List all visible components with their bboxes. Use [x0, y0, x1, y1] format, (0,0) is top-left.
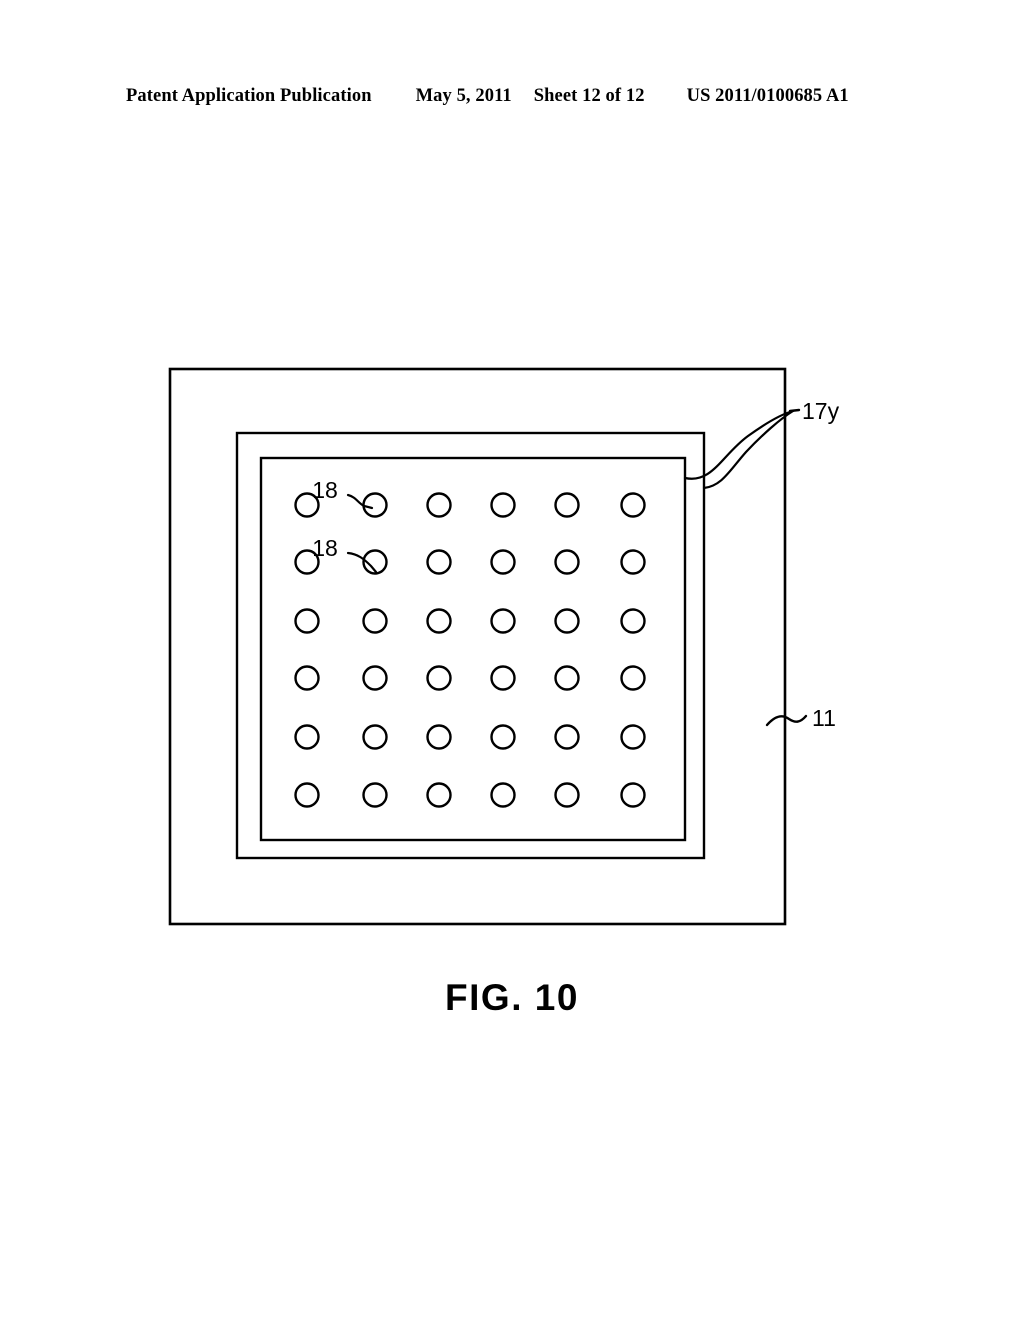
bump-circle	[294, 608, 320, 634]
ref-label-18-row2: 18	[312, 535, 338, 561]
bump-circle	[620, 782, 646, 808]
bump-circle	[620, 549, 646, 575]
bump-circle	[554, 492, 580, 518]
bump-array-group	[294, 492, 646, 808]
bump-circle	[426, 608, 452, 634]
bump-circle	[620, 724, 646, 750]
ref-label-11: 11	[812, 705, 836, 731]
bump-circle	[426, 492, 452, 518]
bump-circle	[426, 549, 452, 575]
bump-circle	[490, 549, 516, 575]
bump-circle	[554, 782, 580, 808]
bump-circle	[490, 665, 516, 691]
bump-circle	[362, 608, 388, 634]
bump-circle	[426, 665, 452, 691]
leader-line-17y-middle	[702, 409, 795, 490]
bump-circle	[294, 782, 320, 808]
bump-circle	[490, 492, 516, 518]
figure-caption: FIG. 10	[445, 977, 579, 1018]
bump-circle	[554, 549, 580, 575]
figure-vector-canvas: 17y 11 18 18	[168, 367, 840, 926]
bump-circle	[554, 665, 580, 691]
leader-dash-17y	[788, 408, 801, 413]
bump-circle	[426, 724, 452, 750]
middle-frame-rect	[235, 431, 706, 860]
bump-circle	[294, 724, 320, 750]
leader-line-11	[765, 714, 808, 727]
bump-circle	[362, 492, 388, 518]
bump-circle	[426, 782, 452, 808]
inner-frame-rect	[259, 456, 687, 842]
ref-label-18-row1: 18	[312, 477, 338, 503]
bump-circle	[362, 665, 388, 691]
bump-circle	[362, 724, 388, 750]
bump-circle	[554, 608, 580, 634]
bump-circle	[554, 724, 580, 750]
bump-circle	[490, 608, 516, 634]
bump-circle	[620, 492, 646, 518]
bump-circle	[362, 782, 388, 808]
bump-circle	[620, 665, 646, 691]
bump-circle	[620, 608, 646, 634]
bump-circle	[490, 782, 516, 808]
bump-circle	[294, 665, 320, 691]
leader-line-18-row2	[346, 551, 378, 574]
figure-10-drawing: 17y 11 18 18 FIG. 10	[0, 0, 1024, 1320]
bump-circle	[490, 724, 516, 750]
leader-line-17y-inner	[683, 409, 795, 480]
patent-page: Patent Application Publication May 5, 20…	[0, 0, 1024, 1320]
ref-label-17y: 17y	[802, 398, 840, 424]
